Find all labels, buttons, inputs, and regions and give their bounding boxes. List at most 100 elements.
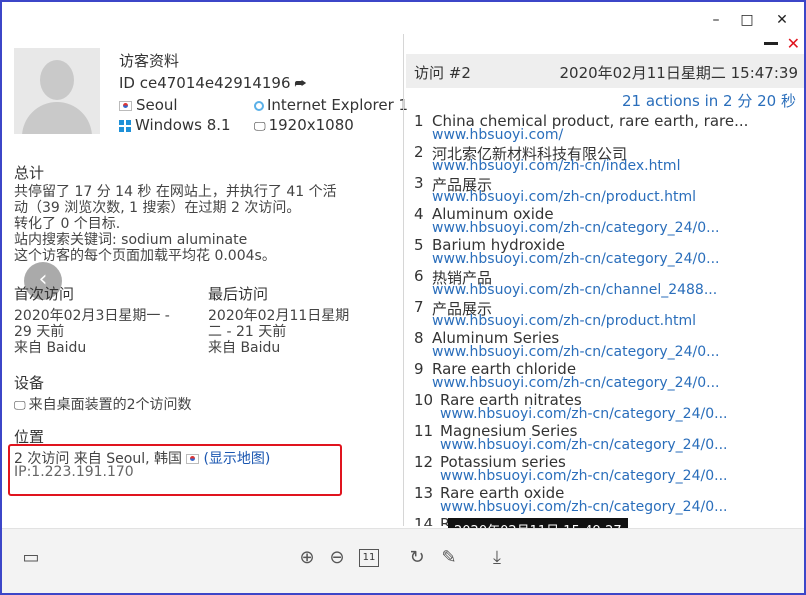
external-link-icon[interactable]: ⮫ (295, 77, 307, 92)
viewer-toolbar: ▭ ⊕ ⊖ 11 ↻ ✎ ⤓ (2, 528, 804, 593)
action-url[interactable]: www.hbsuoyi.com/zh-cn/category_24/0... (432, 251, 719, 267)
minimize-button[interactable]: – (702, 10, 730, 30)
browser-text: Internet Explorer 1 (267, 96, 409, 114)
summary-text: 共停留了 17 分 14 秒 在网站上，并执行了 41 个活 动（39 浏览次数… (14, 184, 399, 264)
close-button[interactable]: ✕ (768, 10, 796, 30)
action-url[interactable]: www.hbsuoyi.com/zh-cn/category_24/0... (432, 375, 719, 391)
resolution-text: 1920x1080 (268, 116, 354, 134)
action-number: 10 (414, 391, 434, 409)
windows-icon (119, 119, 131, 132)
action-number: 11 (414, 422, 434, 440)
action-url[interactable]: www.hbsuoyi.com/zh-cn/index.html (432, 158, 680, 174)
action-url[interactable]: www.hbsuoyi.com/zh-cn/category_24/0... (432, 220, 719, 236)
zoom-out-icon[interactable]: ⊖ (326, 547, 348, 569)
action-url[interactable]: www.hbsuoyi.com/zh-cn/category_24/0... (432, 344, 719, 360)
download-icon[interactable]: ⤓ (486, 547, 508, 569)
action-number: 3 (414, 174, 424, 192)
zoom-in-icon[interactable]: ⊕ (296, 547, 318, 569)
first-visit-ago: 29 天前 (14, 324, 65, 340)
sidebar-toggle-icon[interactable]: ▭ (20, 547, 42, 569)
action-item[interactable]: 1 China chemical product, rare earth, rar… (414, 112, 804, 143)
last-visit-ago: 二 - 21 天前 (208, 324, 287, 340)
monitor-icon: 🖵 (254, 119, 266, 133)
monitor-icon: 🖵 (14, 398, 26, 412)
visit-header: 访问 #2 2020年02月11日星期二 15:47:39 (406, 54, 804, 88)
action-url[interactable]: www.hbsuoyi.com/zh-cn/category_24/0... (440, 406, 727, 422)
edit-icon[interactable]: ✎ (438, 547, 460, 569)
action-number: 4 (414, 205, 424, 223)
devices-heading: 设备 (14, 374, 45, 392)
summary-line: 站内搜索关键词: sodium aluminate (14, 232, 248, 248)
action-item[interactable]: 5 Barium hydroxide www.hbsuoyi.com/zh-cn/c… (414, 236, 804, 267)
visit-date: 2020年02月11日星期二 15:47:39 (559, 64, 799, 82)
actions-list: 1 China chemical product, rare earth, rar… (414, 112, 804, 526)
action-item[interactable]: 8 Aluminum Series www.hbsuoyi.com/zh-cn/ca… (414, 329, 804, 360)
devices-text: 🖵 来自桌面装置的2个访问数 (14, 394, 192, 414)
korea-flag-icon (119, 100, 132, 111)
summary-line: 这个访客的每个页面加载平均花 0.004s。 (14, 248, 276, 264)
action-number: 8 (414, 329, 424, 347)
action-number: 14 (414, 515, 434, 526)
city-text: Seoul (136, 96, 178, 114)
summary-line: 转化了 0 个目标. (14, 216, 121, 232)
browser-info: Internet Explorer 1 (254, 96, 408, 114)
summary-heading: 总计 (14, 164, 45, 182)
action-item[interactable]: 2 河北索亿新材料科技有限公司 www.hbsuoyi.com/zh-cn/inde… (414, 143, 804, 174)
panel-divider (403, 34, 404, 526)
action-number: 7 (414, 298, 424, 316)
summary-line: 共停留了 17 分 14 秒 在网站上，并执行了 41 个活 (14, 184, 337, 200)
action-url[interactable]: www.hbsuoyi.com/zh-cn/category_24/0... (440, 437, 727, 453)
minimize-icon[interactable] (764, 42, 778, 45)
action-item[interactable]: 6 热销产品 www.hbsuoyi.com/zh-cn/channel_2488.… (414, 267, 804, 298)
first-visit-block: 首次访问 2020年02月3日星期一 - 29 天前 来自 Baidu (14, 286, 170, 356)
close-icon[interactable]: ✕ (787, 34, 800, 53)
action-url[interactable]: www.hbsuoyi.com/zh-cn/product.html (432, 189, 696, 205)
action-number: 5 (414, 236, 424, 254)
action-url[interactable]: www.hbsuoyi.com/zh-cn/category_24/0... (440, 468, 727, 484)
last-visit-block: 最后访问 2020年02月11日星期 二 - 21 天前 来自 Baidu (208, 286, 349, 356)
action-url[interactable]: www.hbsuoyi.com/ (432, 127, 563, 143)
action-url[interactable]: www.hbsuoyi.com/zh-cn/product.html (432, 313, 696, 329)
last-visit-source: 来自 Baidu (208, 340, 281, 356)
action-number: 6 (414, 267, 424, 285)
action-number: 12 (414, 453, 434, 471)
resolution-info: 🖵 1920x1080 (254, 116, 354, 134)
visitor-profile-window: – □ ✕ 访客资料 ID ce47014e42914196 ⮫ Seoul In… (0, 0, 806, 595)
action-url[interactable]: www.hbsuoyi.com/zh-cn/channel_2488... (432, 282, 717, 298)
action-item[interactable]: 7 产品展示 www.hbsuoyi.com/zh-cn/product.html (414, 298, 804, 329)
action-number: 1 (414, 112, 424, 130)
os-info: Windows 8.1 (119, 116, 231, 134)
summary-line: 动（39 浏览次数, 1 搜索）在过期 2 次访问。 (14, 200, 301, 216)
visit-number: 访问 #2 (414, 64, 471, 82)
action-url[interactable]: www.hbsuoyi.com/zh-cn/category_24/0... (440, 499, 727, 515)
action-number: 2 (414, 143, 424, 161)
korea-flag-icon (186, 454, 200, 464)
visitor-id: ID ce47014e42914196 ⮫ (119, 74, 307, 92)
visitor-id-text: ID ce47014e42914196 (119, 74, 291, 92)
os-text: Windows 8.1 (135, 116, 231, 134)
action-item[interactable]: 4 Aluminum oxide www.hbsuoyi.com/zh-cn/cat… (414, 205, 804, 236)
visit-log-panel: ✕ 访问 #2 2020年02月11日星期二 15:47:39 21 actio… (406, 34, 804, 526)
first-visit-source: 来自 Baidu (14, 340, 87, 356)
first-visit-date: 2020年02月3日星期一 - (14, 308, 170, 324)
maximize-button[interactable]: □ (733, 10, 761, 30)
page-number[interactable]: 11 (359, 549, 379, 567)
action-item[interactable]: 12 Potassium series www.hbsuoyi.com/zh-cn/… (414, 453, 804, 484)
action-item[interactable]: 3 产品展示 www.hbsuoyi.com/zh-cn/product.html (414, 174, 804, 205)
action-item[interactable]: 11 Magnesium Series www.hbsuoyi.com/zh-cn/… (414, 422, 804, 453)
action-item[interactable]: 10 Rare earth nitrates www.hbsuoyi.com/zh-… (414, 391, 804, 422)
action-item[interactable]: 9 Rare earth chloride www.hbsuoyi.com/zh-c… (414, 360, 804, 391)
action-item[interactable]: 13 Rare earth oxide www.hbsuoyi.com/zh-cn/… (414, 484, 804, 515)
show-map-link[interactable]: (显示地图) (203, 451, 270, 467)
rotate-icon[interactable]: ↻ (406, 547, 428, 569)
last-visit-date: 2020年02月11日星期 (208, 308, 350, 324)
devices-count: 来自桌面装置的2个访问数 (28, 397, 192, 413)
avatar (14, 48, 100, 134)
action-number: 9 (414, 360, 424, 378)
profile-title: 访客资料 (119, 52, 180, 70)
first-visit-heading: 首次访问 (14, 285, 75, 303)
ip-address: IP:1.223.191.170 (14, 464, 134, 480)
city-info: Seoul (119, 96, 178, 114)
last-visit-heading: 最后访问 (208, 285, 269, 303)
action-number: 13 (414, 484, 434, 502)
